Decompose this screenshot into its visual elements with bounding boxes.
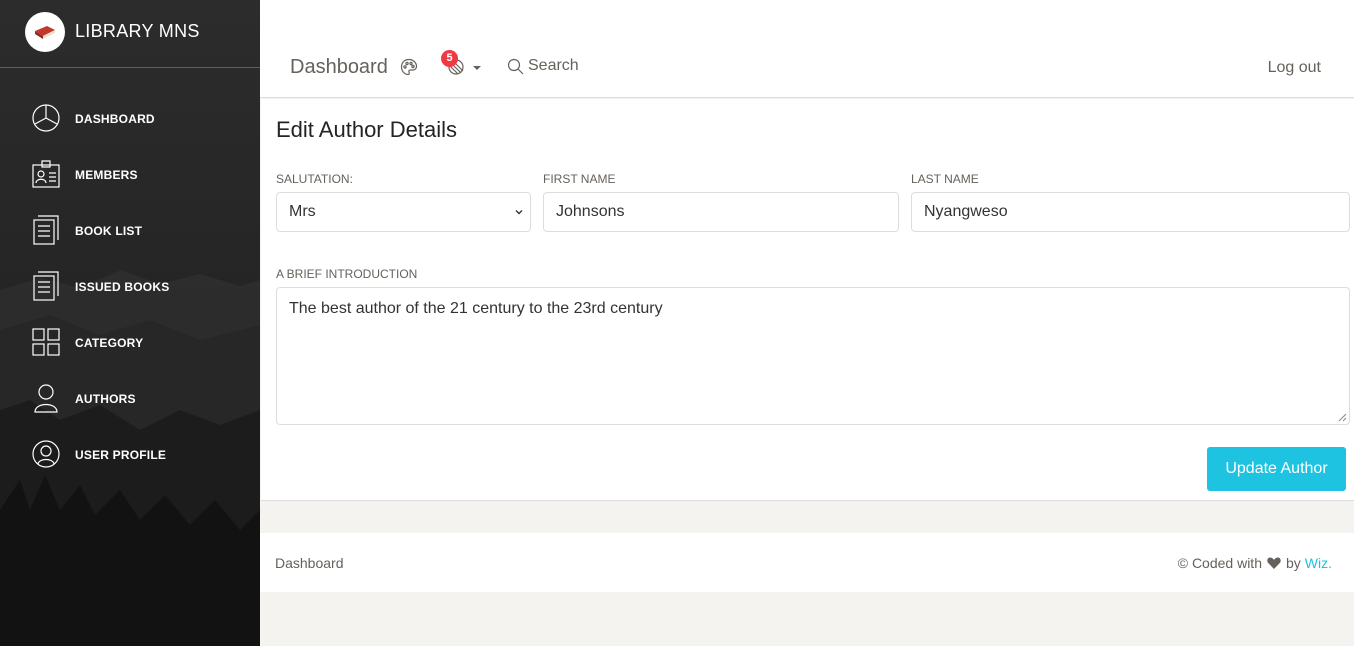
salutation-select[interactable]: Mrs — [276, 192, 531, 232]
footer-credits: © Coded with by Wiz. — [1178, 555, 1332, 571]
sidebar-item-authors[interactable]: AUTHORS — [0, 370, 260, 426]
sidebar-item-book-list[interactable]: BOOK LIST — [0, 202, 260, 258]
sidebar-brand: LIBRARY MNS — [75, 21, 200, 41]
book-logo-icon — [25, 12, 65, 52]
user-circle-icon — [32, 440, 60, 468]
grid-icon — [32, 328, 60, 356]
page-title: Edit Author Details — [276, 117, 457, 142]
top-navbar: Dashboard 5 Search Log out — [260, 0, 1354, 98]
sidebar-item-label: ISSUED BOOKS — [75, 280, 170, 294]
first-name-label: FIRST NAME — [543, 172, 616, 186]
sidebar-item-issued-books[interactable]: ISSUED BOOKS — [0, 258, 260, 314]
document-icon — [33, 215, 59, 245]
intro-label: A BRIEF INTRODUCTION — [276, 267, 418, 281]
user-icon — [34, 384, 58, 413]
first-name-field[interactable]: Johnsons — [543, 192, 899, 232]
navbar-title[interactable]: Dashboard — [290, 56, 388, 79]
sidebar-item-label: USER PROFILE — [75, 448, 167, 462]
search-label: Search — [528, 57, 579, 74]
pie-chart-icon — [32, 104, 60, 132]
id-card-icon — [32, 160, 60, 188]
caret-down-icon — [473, 66, 481, 70]
resize-grip-icon[interactable] — [1338, 413, 1347, 422]
sidebar-item-label: AUTHORS — [75, 392, 136, 406]
sidebar-item-label: CATEGORY — [75, 336, 144, 350]
footer: Dashboard © Coded with by Wiz. — [260, 533, 1354, 592]
notification-badge: 5 — [441, 50, 458, 67]
credits-prefix: © Coded with — [1177, 555, 1262, 571]
sidebar: LIBRARY MNS DASHBOARD MEMBERS BOOK LIST … — [0, 0, 260, 646]
credits-by: by — [1285, 555, 1301, 571]
search-button[interactable]: Search — [507, 57, 579, 75]
edit-author-card: Edit Author Details SALUTATION: Mrs FIRS… — [261, 99, 1354, 501]
sidebar-nav: DASHBOARD MEMBERS BOOK LIST ISSUED BOOKS… — [0, 90, 260, 482]
sidebar-item-label: MEMBERS — [75, 168, 138, 182]
sidebar-item-members[interactable]: MEMBERS — [0, 146, 260, 202]
update-author-button[interactable]: Update Author — [1207, 447, 1346, 491]
sidebar-item-label: DASHBOARD — [75, 112, 155, 126]
intro-value: The best author of the 21 century to the… — [289, 300, 663, 317]
sidebar-item-dashboard[interactable]: DASHBOARD — [0, 90, 260, 146]
salutation-value: Mrs — [289, 203, 316, 220]
credits-author-link[interactable]: Wiz. — [1305, 555, 1332, 571]
search-icon — [507, 58, 524, 74]
first-name-value: Johnsons — [556, 203, 625, 220]
last-name-label: LAST NAME — [911, 172, 979, 186]
sidebar-logo[interactable]: LIBRARY MNS — [0, 0, 260, 68]
logout-link[interactable]: Log out — [1268, 59, 1321, 77]
heart-icon — [1267, 557, 1281, 569]
sidebar-item-label: BOOK LIST — [75, 224, 143, 238]
sidebar-item-category[interactable]: CATEGORY — [0, 314, 260, 370]
document-icon — [33, 271, 59, 301]
last-name-value: Nyangweso — [924, 203, 1008, 220]
main-panel: Dashboard 5 Search Log out Edit Author D… — [260, 0, 1354, 646]
footer-dashboard-link[interactable]: Dashboard — [275, 555, 344, 571]
intro-textarea[interactable]: The best author of the 21 century to the… — [276, 287, 1350, 425]
salutation-label: SALUTATION: — [276, 172, 353, 186]
sidebar-item-user-profile[interactable]: USER PROFILE — [0, 426, 260, 482]
last-name-field[interactable]: Nyangweso — [911, 192, 1350, 232]
chevron-down-icon — [515, 210, 523, 215]
palette-icon[interactable] — [400, 58, 418, 76]
